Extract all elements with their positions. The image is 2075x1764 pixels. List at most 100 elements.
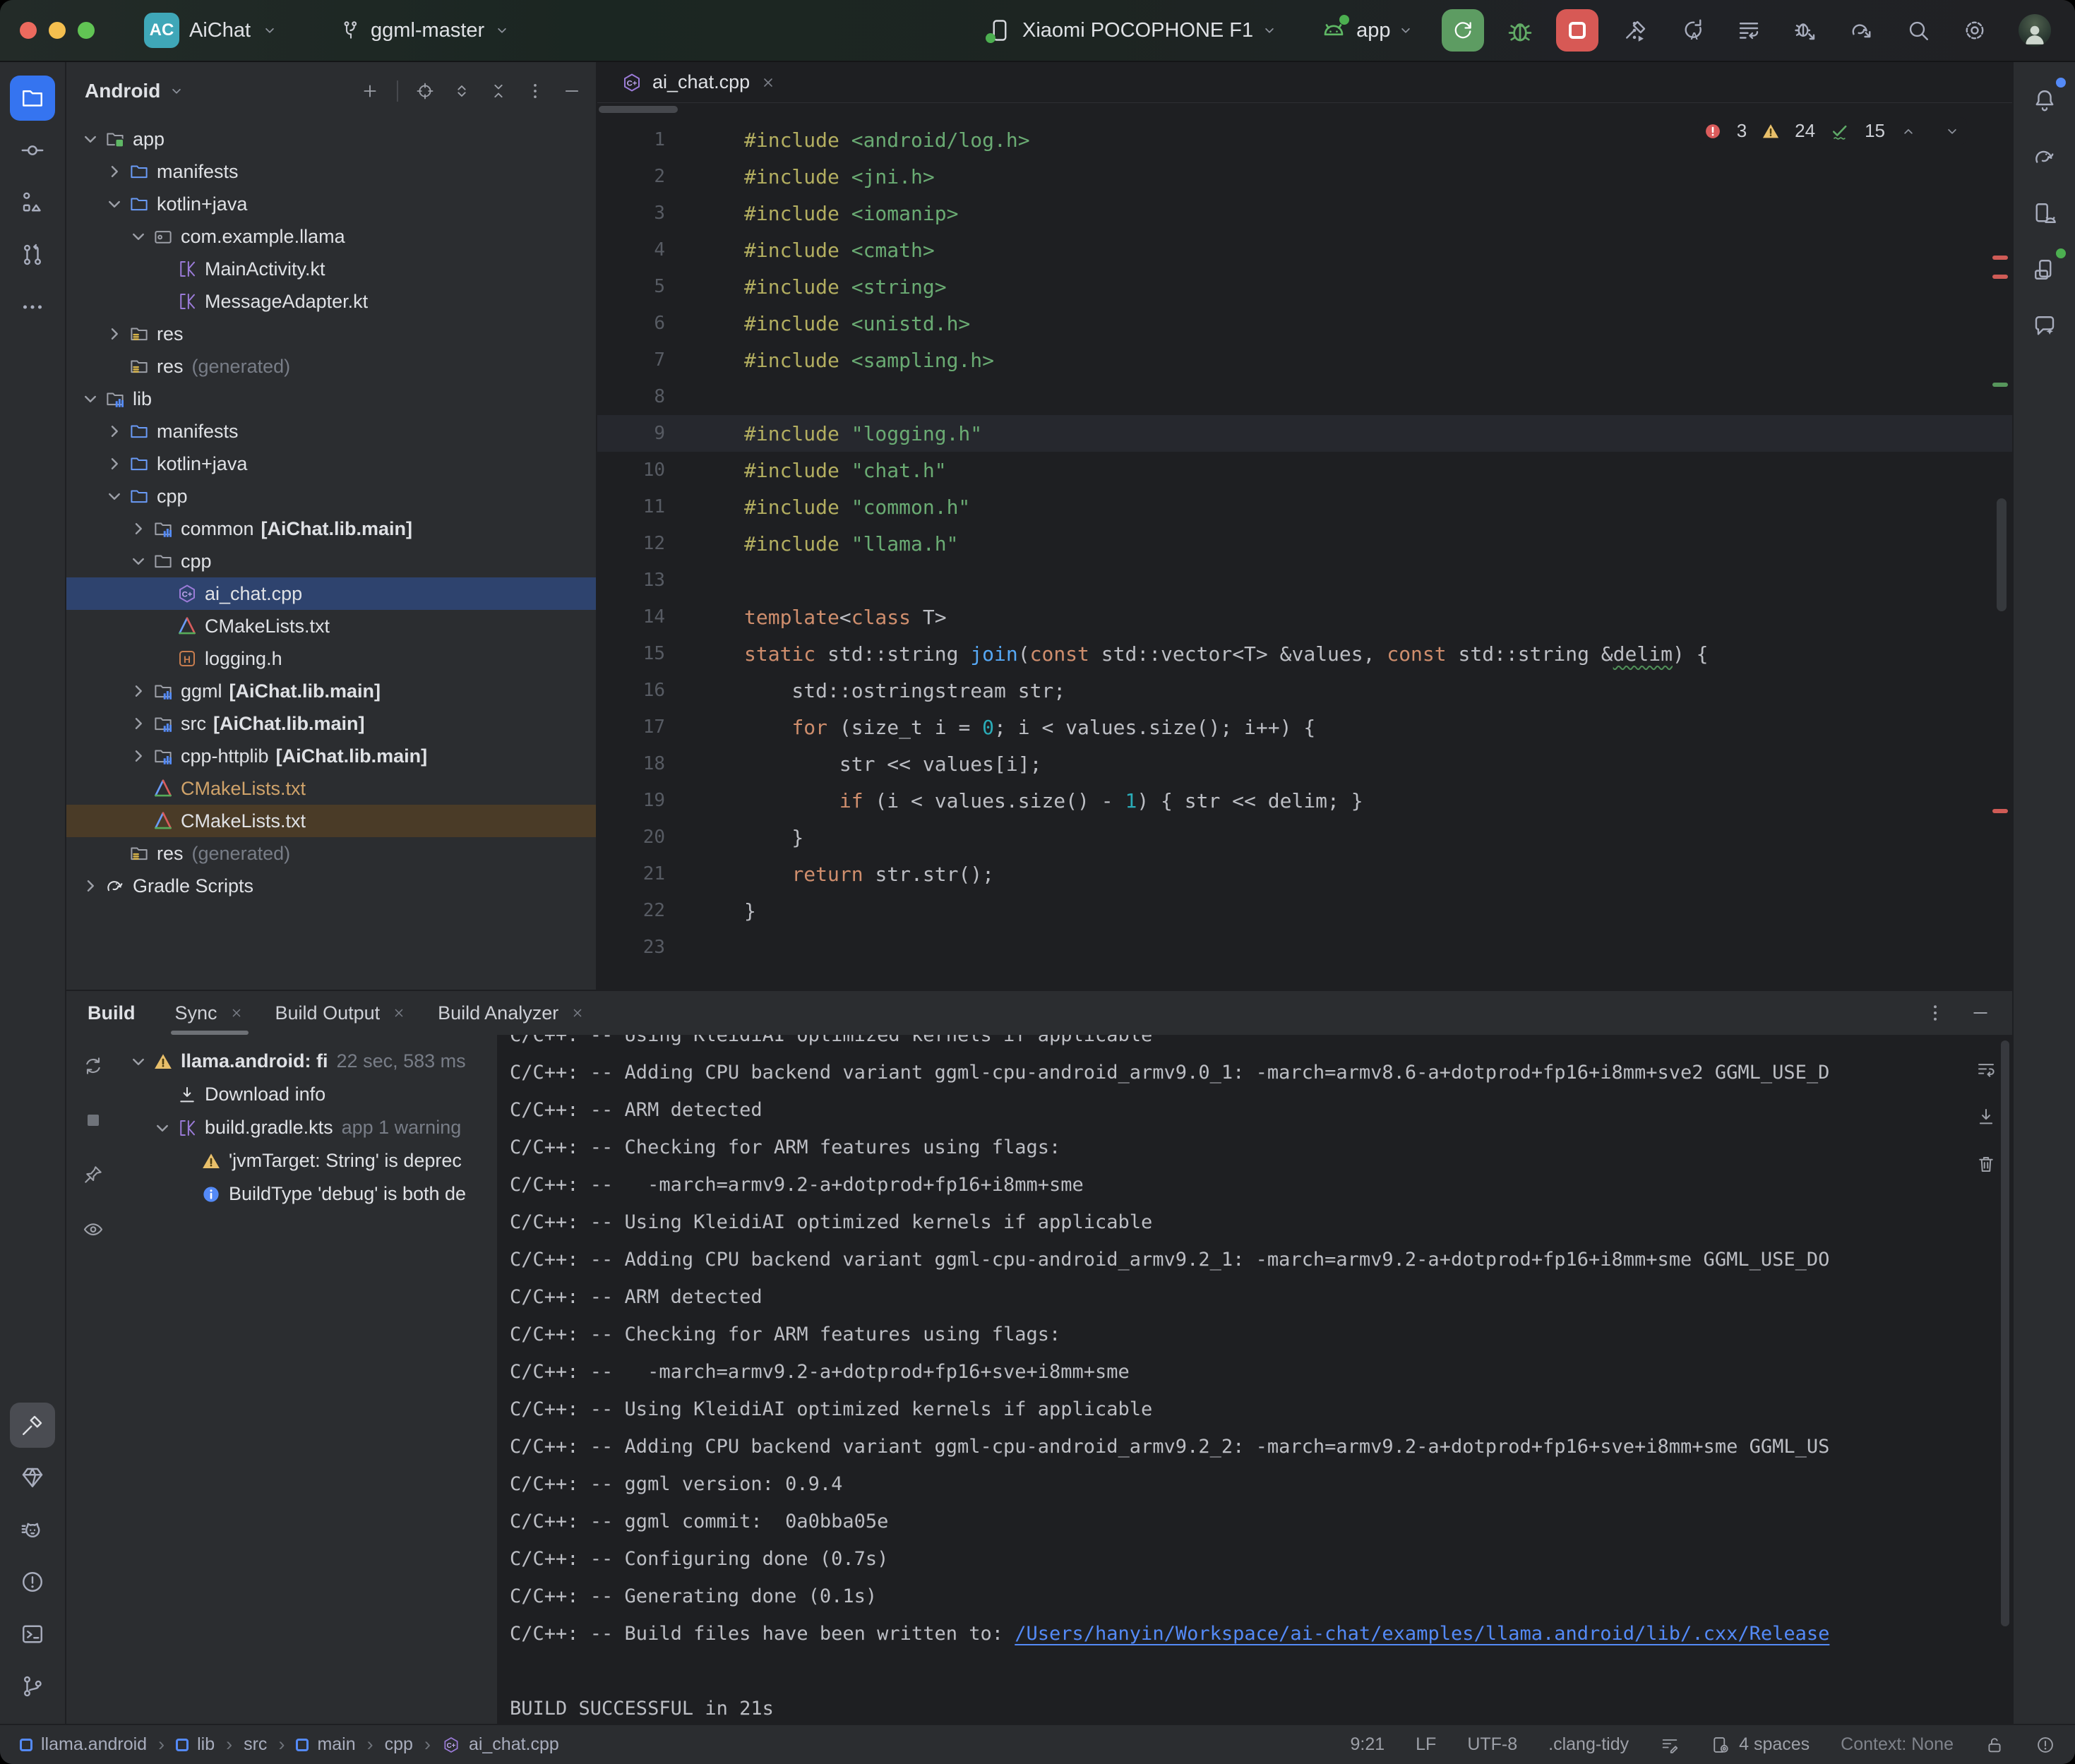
notifications-tool-button[interactable]	[2022, 78, 2067, 123]
run-configuration-selector[interactable]: app	[1356, 19, 1390, 42]
zoom-window-button[interactable]	[78, 22, 95, 39]
inspections-widget[interactable]: 3 24 15	[1697, 117, 1967, 145]
sync-button[interactable]	[82, 1055, 104, 1081]
pin-button[interactable]	[82, 1163, 104, 1189]
close-tab-icon[interactable]	[760, 74, 777, 91]
status--clang-tidy[interactable]: .clang-tidy	[1548, 1734, 1629, 1755]
project-tree-item-com-example-llama[interactable]: com.example.llama	[66, 220, 596, 253]
build-window-title[interactable]: Build	[88, 1002, 136, 1024]
app-insights-tool-button[interactable]	[10, 1455, 55, 1500]
collapse-all-icon[interactable]	[489, 81, 508, 101]
project-tree-item-manifests[interactable]: manifests	[66, 415, 596, 448]
code-line-4[interactable]: 4#include <cmath>	[597, 232, 2012, 268]
breadcrumb-item-ai-chat-cpp[interactable]: C+ai_chat.cpp	[442, 1734, 559, 1755]
eye-button[interactable]	[82, 1218, 104, 1244]
chevron-down-icon[interactable]	[1397, 21, 1415, 40]
next-problem-icon[interactable]	[1943, 122, 1961, 140]
close-window-button[interactable]	[20, 22, 37, 39]
soft-wrap-button[interactable]	[1975, 1059, 1997, 1084]
attach-debugger-icon[interactable]	[1793, 18, 1818, 43]
build-tab-sync[interactable]: Sync	[160, 991, 260, 1035]
gradle-tool-button[interactable]	[2022, 134, 2067, 179]
status-lf[interactable]: LF	[1416, 1734, 1436, 1755]
structure-tool-button[interactable]	[10, 180, 55, 225]
minimize-window-button[interactable]	[49, 22, 66, 39]
commit-tool-button[interactable]	[10, 128, 55, 173]
stripe-mark-error[interactable]	[1992, 275, 2008, 279]
project-tree-item-cmakelists-txt[interactable]: CMakeLists.txt	[66, 610, 596, 642]
project-tree-item-res[interactable]: res(generated)	[66, 350, 596, 383]
chevron-down-icon[interactable]	[126, 1049, 151, 1074]
device-manager-tool-button[interactable]	[2022, 191, 2067, 236]
status-context-none[interactable]: Context: None	[1841, 1734, 1954, 1755]
status-unlock-icon[interactable]	[1985, 1735, 2004, 1755]
close-tab-icon[interactable]	[229, 1005, 244, 1021]
project-tree-item-cmakelists-txt[interactable]: CMakeLists.txt	[66, 805, 596, 837]
stripe-mark-error[interactable]	[1992, 809, 2008, 813]
project-tree-item-cpp[interactable]: cpp	[66, 545, 596, 577]
settings-icon[interactable]	[1962, 18, 1987, 43]
status-utf-8[interactable]: UTF-8	[1467, 1734, 1517, 1755]
project-folder-tool-button[interactable]	[10, 76, 55, 121]
code-line-12[interactable]: 12#include "llama.h"	[597, 525, 2012, 562]
project-tree-item-cmakelists-txt[interactable]: CMakeLists.txt	[66, 772, 596, 805]
stop-button[interactable]	[1556, 9, 1598, 52]
build-console[interactable]: C/C++: -- Using KleidiAI optimized kerne…	[497, 1035, 2012, 1724]
chevron-down-icon[interactable]	[167, 82, 186, 100]
project-tree-item-src[interactable]: src[AiChat.lib.main]	[66, 707, 596, 740]
chevron-down-icon[interactable]	[1260, 21, 1279, 40]
code-line-21[interactable]: 21 return str.str();	[597, 856, 2012, 892]
code-line-17[interactable]: 17 for (size_t i = 0; i < values.size();…	[597, 709, 2012, 745]
pull-requests-tool-button[interactable]	[10, 232, 55, 277]
code-line-11[interactable]: 11#include "common.h"	[597, 488, 2012, 525]
problems-tool-button[interactable]	[10, 1559, 55, 1604]
code-line-19[interactable]: 19 if (i < values.size() - 1) { str << d…	[597, 782, 2012, 819]
build-tab-build-output[interactable]: Build Output	[260, 991, 423, 1035]
code-area[interactable]: 1#include <android/log.h>2#include <jni.…	[597, 103, 2012, 990]
running-devices-tool-button[interactable]	[2022, 247, 2067, 292]
code-line-7[interactable]: 7#include <sampling.h>	[597, 342, 2012, 378]
project-tree-item-gradle-scripts[interactable]: Gradle Scripts	[66, 870, 596, 902]
breadcrumb-item-cpp[interactable]: cpp	[385, 1734, 413, 1755]
status-inspections-icon[interactable]	[2035, 1735, 2055, 1755]
code-line-20[interactable]: 20 }	[597, 819, 2012, 856]
chevron-right-icon[interactable]	[102, 321, 127, 347]
code-line-14[interactable]: 14template<class T>	[597, 599, 2012, 635]
sync-tree-item[interactable]: BuildType 'debug' is both de	[120, 1177, 497, 1211]
status-formatter-icon[interactable]	[1660, 1735, 1680, 1755]
build-hammer-tool-button[interactable]	[10, 1403, 55, 1448]
chevron-down-icon[interactable]	[78, 126, 103, 152]
code-line-5[interactable]: 5#include <string>	[597, 268, 2012, 305]
scroll-end-button[interactable]	[1975, 1106, 1997, 1131]
project-widget[interactable]: AC AiChat	[144, 13, 279, 48]
prev-problem-icon[interactable]	[1899, 122, 1918, 140]
code-line-16[interactable]: 16 std::ostringstream str;	[597, 672, 2012, 709]
project-tree-item-res[interactable]: res(generated)	[66, 837, 596, 870]
hide-icon[interactable]	[562, 81, 582, 101]
project-tree-item-ggml[interactable]: ggml[AiChat.lib.main]	[66, 675, 596, 707]
build-output-path-link[interactable]: /Users/hanyin/Workspace/ai-chat/examples…	[1015, 1623, 1829, 1645]
chevron-right-icon[interactable]	[78, 873, 103, 899]
sync-project-icon[interactable]: A	[1680, 18, 1705, 43]
rerun-button[interactable]	[1442, 9, 1484, 52]
code-line-18[interactable]: 18 str << values[i];	[597, 745, 2012, 782]
breadcrumb-item-llama-android[interactable]: llama.android	[20, 1734, 147, 1755]
status-4-spaces[interactable]: 4 spaces	[1711, 1734, 1810, 1755]
chevron-right-icon[interactable]	[126, 516, 151, 541]
build-tab-build-analyzer[interactable]: Build Analyzer	[422, 991, 601, 1035]
project-tree-item-cpp-httplib[interactable]: cpp-httplib[AiChat.lib.main]	[66, 740, 596, 772]
code-line-13[interactable]: 13	[597, 562, 2012, 599]
gemini-tool-button[interactable]	[2022, 304, 2067, 349]
project-tree-item-kotlin-java[interactable]: kotlin+java	[66, 188, 596, 220]
code-line-8[interactable]: 8	[597, 378, 2012, 415]
chevron-down-icon[interactable]	[78, 386, 103, 412]
gradle-sync-icon[interactable]	[1849, 18, 1874, 43]
project-tree-item-ai-chat-cpp[interactable]: C+ai_chat.cpp	[66, 577, 596, 610]
project-view-selector[interactable]: Android	[85, 80, 160, 102]
chevron-down-icon[interactable]	[126, 548, 151, 574]
add-icon[interactable]	[360, 81, 380, 101]
breadcrumb-item-lib[interactable]: lib	[176, 1734, 215, 1755]
clear-button[interactable]	[1975, 1153, 1997, 1178]
code-line-9[interactable]: 9#include "logging.h"	[597, 415, 2012, 452]
project-tree-item-app[interactable]: app	[66, 123, 596, 155]
